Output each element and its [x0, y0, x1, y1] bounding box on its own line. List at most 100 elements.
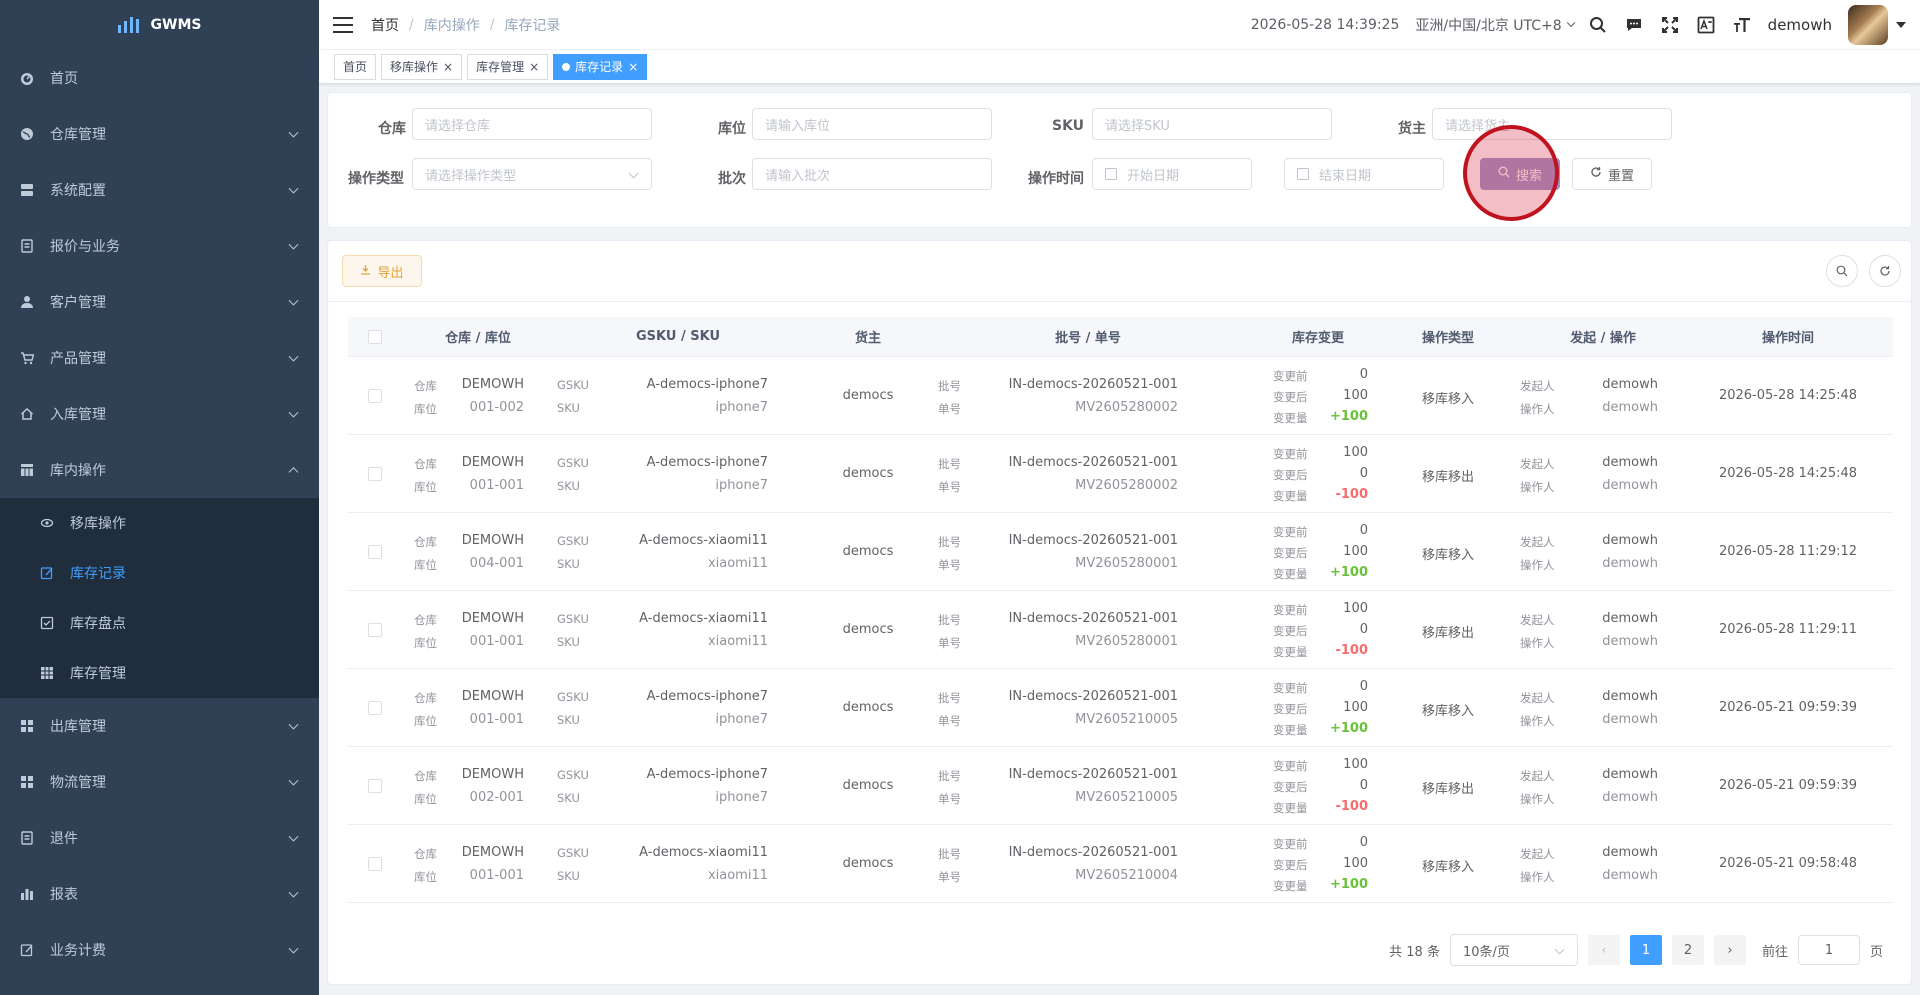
sidebar-item-globe-1[interactable]: 仓库管理: [0, 106, 319, 162]
fullscreen-icon[interactable]: [1660, 15, 1680, 35]
table-row[interactable]: 仓库 库位 DEMOWH 001-001 GSKU SKU A-democs-xiaomi1…: [348, 825, 1893, 903]
owner-value: democs: [842, 388, 894, 403]
table-row[interactable]: 变更前100: [348, 903, 1893, 907]
app-logo[interactable]: GWMS: [0, 0, 319, 50]
tag-inventory-records[interactable]: 库存记录 ×: [553, 53, 648, 80]
table-row[interactable]: 仓库 库位 DEMOWH 001-001 GSKU SKU A-democs-xiaomi1…: [348, 591, 1893, 669]
table-row[interactable]: 仓库 库位 DEMOWH 004-001 GSKU SKU A-democs-xiaomi1…: [348, 513, 1893, 591]
timezone-select[interactable]: 亚洲/中国/北京 UTC+8: [1415, 15, 1576, 35]
before-label: 变更前: [1273, 681, 1308, 695]
globe-icon: [20, 127, 34, 141]
change-label: 变更量: [1273, 879, 1308, 893]
after-value: 100: [1343, 856, 1368, 871]
search-icon: [1836, 265, 1848, 277]
row-checkbox[interactable]: [368, 857, 382, 871]
close-icon[interactable]: ×: [443, 60, 453, 74]
page-size-select[interactable]: 10条/页: [1449, 934, 1578, 966]
gsku-label: GSKU: [557, 612, 589, 626]
sidebar-item-document-3[interactable]: 报价与业务: [0, 218, 319, 274]
row-checkbox[interactable]: [368, 545, 382, 559]
close-icon[interactable]: ×: [529, 60, 539, 74]
message-icon[interactable]: [1624, 15, 1644, 35]
sidebar-subitem-1[interactable]: 库存记录: [0, 548, 319, 598]
translate-icon[interactable]: [1696, 15, 1716, 35]
prev-page-button[interactable]: ‹: [1587, 935, 1620, 965]
page-1-button[interactable]: 1: [1629, 935, 1662, 965]
col-stock-change: 库存变更: [1291, 331, 1344, 346]
hamburger-icon[interactable]: [333, 16, 353, 33]
order-value: MV2605280002: [1075, 400, 1178, 415]
sidebar-subitem-0[interactable]: 移库操作: [0, 498, 319, 548]
sidebar-item-home-6[interactable]: 入库管理: [0, 386, 319, 442]
sidebar-item-document-10[interactable]: 退件: [0, 810, 319, 866]
owner-select[interactable]: 请选择货主: [1432, 108, 1672, 140]
sidebar: GWMS 首页 仓库管理 系统配置 报价与业务 客户管理产品管理入库管理 库内操作 移库操…: [0, 0, 319, 995]
operator-label: 操作人: [1520, 714, 1555, 728]
optype-select[interactable]: 请选择操作类型: [412, 158, 652, 190]
sidebar-item-dashboard-0[interactable]: 首页: [0, 50, 319, 106]
sidebar-item-apps-8[interactable]: 出库管理: [0, 698, 319, 754]
sidebar-subitem-2[interactable]: 库存盘点: [0, 598, 319, 648]
row-checkbox[interactable]: [368, 779, 382, 793]
tag-inventory-mgmt[interactable]: 库存管理 ×: [467, 53, 549, 80]
tag-home[interactable]: 首页: [334, 53, 377, 80]
start-date-input[interactable]: 开始日期: [1092, 158, 1252, 190]
app-name: GWMS: [150, 17, 202, 33]
font-size-icon[interactable]: [1732, 15, 1752, 35]
optype-value: 移库移出: [1421, 782, 1474, 797]
initiator-value: demowh: [1602, 767, 1658, 782]
table-row[interactable]: 仓库 库位 DEMOWH 002-001 GSKU SKU A-democs-iphone7…: [348, 747, 1893, 825]
breadcrumb-home[interactable]: 首页: [371, 15, 399, 35]
username[interactable]: demowh: [1768, 16, 1832, 34]
row-checkbox[interactable]: [368, 389, 382, 403]
chevron-down-icon: [288, 239, 299, 250]
batch-label: 批号: [938, 769, 961, 783]
warehouse-value: DEMOWH: [461, 767, 524, 782]
goto-page-input[interactable]: 1: [1797, 935, 1860, 965]
sidebar-item-cart-5[interactable]: 产品管理: [0, 330, 319, 386]
sidebar-item-grid-7[interactable]: 库内操作: [0, 442, 319, 498]
row-checkbox[interactable]: [368, 701, 382, 715]
after-label: 变更后: [1273, 390, 1308, 404]
select-all-checkbox[interactable]: [368, 330, 382, 344]
close-icon[interactable]: ×: [628, 60, 638, 74]
search-toggle-button[interactable]: [1826, 255, 1858, 287]
table-row[interactable]: 仓库 库位 DEMOWH 001-002 GSKU SKU A-democs-iphone7…: [348, 357, 1893, 435]
location-input[interactable]: 请输入库位: [752, 108, 992, 140]
user-icon: [20, 295, 34, 309]
next-page-button[interactable]: ›: [1713, 935, 1746, 965]
sidebar-item-server-2[interactable]: 系统配置: [0, 162, 319, 218]
tag-move-ops[interactable]: 移库操作 ×: [381, 53, 463, 80]
table-row[interactable]: 仓库 库位 DEMOWH 001-001 GSKU SKU A-democs-iphone7…: [348, 435, 1893, 513]
sidebar-item-edit-12[interactable]: 业务计费: [0, 922, 319, 978]
export-button[interactable]: 导出: [342, 255, 422, 287]
operator-value: demowh: [1602, 400, 1658, 415]
avatar[interactable]: [1848, 5, 1888, 45]
sidebar-subitem-3[interactable]: 库存管理: [0, 648, 319, 698]
refresh-button[interactable]: [1869, 255, 1901, 287]
row-checkbox[interactable]: [368, 467, 382, 481]
sidebar-item-chart-11[interactable]: 报表: [0, 866, 319, 922]
sidebar-item-label: 产品管理: [50, 351, 106, 367]
pagination: 共 18 条 10条/页 ‹ 1 2 › 前往 1 页: [1389, 934, 1883, 966]
sidebar-item-label: 业务计费: [50, 943, 106, 959]
search-button[interactable]: 搜索: [1480, 158, 1560, 190]
timezone-label: 亚洲/中国/北京 UTC+8: [1415, 18, 1562, 34]
end-date-input[interactable]: 结束日期: [1284, 158, 1444, 190]
placeholder: 请选择仓库: [425, 118, 491, 134]
operator-label: 操作人: [1520, 636, 1555, 650]
sidebar-item-apps-9[interactable]: 物流管理: [0, 754, 319, 810]
sidebar-item-user-4[interactable]: 客户管理: [0, 274, 319, 330]
batch-input[interactable]: 请输入批次: [752, 158, 992, 190]
warehouse-select[interactable]: 请选择仓库: [412, 108, 652, 140]
sku-select[interactable]: 请选择SKU: [1092, 108, 1332, 140]
search-icon[interactable]: [1588, 15, 1608, 35]
page-2-button[interactable]: 2: [1671, 935, 1704, 965]
row-checkbox[interactable]: [368, 623, 382, 637]
caret-down-icon[interactable]: [1896, 22, 1906, 28]
table-row[interactable]: 仓库 库位 DEMOWH 001-001 GSKU SKU A-democs-iphone7…: [348, 669, 1893, 747]
chevron-down-icon: [288, 831, 299, 842]
order-label: 单号: [938, 558, 961, 572]
reset-button[interactable]: 重置: [1572, 158, 1652, 190]
gsku-label: GSKU: [557, 534, 589, 548]
